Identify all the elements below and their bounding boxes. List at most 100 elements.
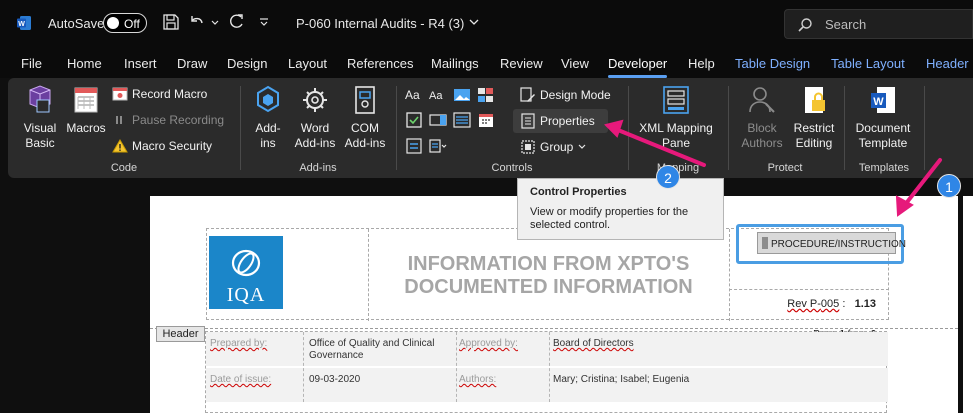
code-group-label: Code [110,162,138,174]
group-label: Group [540,140,574,154]
group-divider [240,86,241,170]
macros-button[interactable]: Macros [64,84,108,136]
header-tag[interactable]: Header [156,326,205,342]
authors-label: Authors: [459,374,497,385]
prepared-by-label: Prepared by: [210,338,268,349]
tab-review[interactable]: Review [500,56,543,71]
logo-text: IQA [226,284,266,306]
com-addins-button[interactable]: COM Add-ins [342,84,388,151]
search-box[interactable]: Search [784,9,973,39]
addins-button[interactable]: Add-ins [248,84,288,151]
tab-help[interactable]: Help [688,56,715,71]
adjacent-page [963,196,973,413]
approved-by-value: Board of Directors [553,338,634,349]
protect-group-label: Protect [767,162,803,174]
tab-home[interactable]: Home [67,56,102,71]
svg-text:Aa: Aa [429,90,443,102]
repeating-section-control-icon[interactable] [405,137,423,155]
block-authors-button[interactable]: Block Authors [738,84,786,151]
legacy-tools-icon[interactable] [429,137,447,155]
save-icon[interactable] [162,13,180,31]
tab-view[interactable]: View [561,56,589,71]
logo-emblem-icon [231,249,261,277]
xml-mapping-pane-button[interactable]: XML Mapping Pane [634,84,718,151]
dropdown-control-icon[interactable] [453,111,471,129]
document-template-button[interactable]: W Document Template [850,84,916,151]
tab-insert[interactable]: Insert [124,56,157,71]
content-control-handle[interactable] [762,237,768,249]
tab-header[interactable]: Header [926,56,969,71]
word-logo-icon: W [17,16,31,30]
picture-control-icon[interactable] [453,86,471,104]
com-addins-icon [355,86,375,114]
properties-button[interactable]: Properties [520,113,595,129]
tab-file[interactable]: File [21,56,42,71]
plain-text-control-icon[interactable]: Aa [429,86,447,104]
rich-text-control-icon[interactable]: Aa [405,86,423,104]
content-control-text: PROCEDURE/INSTRUCTION [771,239,907,250]
undo-dropdown-icon[interactable] [210,13,220,31]
record-macro-icon [112,87,128,101]
visual-basic-button[interactable]: Visual Basic [20,84,60,151]
tooltip-description: View or modify properties for the select… [530,206,689,231]
group-divider [628,86,629,170]
tab-table-design[interactable]: Table Design [735,56,810,71]
checkbox-control-icon[interactable] [405,111,423,129]
restrict-editing-icon [805,87,825,113]
building-block-control-icon[interactable] [477,86,495,104]
tooltip-title: Control Properties [530,186,627,198]
table-row: Prepared by: Office of Quality and Clini… [206,332,888,366]
tab-draw[interactable]: Draw [177,56,207,71]
revision-text: Rev P-005 : 1.13 [787,298,876,310]
autosave-label: AutoSave [48,16,105,31]
xml-mapping-icon [663,86,689,114]
tab-developer[interactable]: Developer [608,56,668,78]
tab-layout[interactable]: Layout [288,56,327,71]
document-title: P-060 Internal Audits - R4 (3) [296,16,465,31]
autosave-toggle[interactable]: Off [103,13,147,33]
tab-table-layout[interactable]: Table Layout [831,56,905,71]
group-button[interactable]: Group [520,139,587,155]
word-addins-button[interactable]: Word Add-ins [292,84,338,151]
annotation-badge-2: 2 [656,165,680,189]
block-authors-icon [749,87,775,113]
authors-value: Mary; Cristina; Isabel; Eugenia [553,374,690,385]
tab-mailings[interactable]: Mailings [431,56,479,71]
svg-text:Aa: Aa [405,88,420,102]
title-dropdown-icon[interactable] [468,15,480,29]
toggle-knob [107,17,119,29]
header-separator [150,328,958,329]
pause-recording-button[interactable]: Pause Recording [112,113,224,127]
table-row: Date of issue: 09-03-2020 Authors: Mary;… [206,368,888,402]
document-template-label: Document Template [855,121,911,150]
macro-security-button[interactable]: Macro Security [112,139,212,153]
xml-mapping-pane-label: XML Mapping Pane [639,121,713,150]
tab-references[interactable]: References [347,56,413,71]
macros-label: Macros [66,121,106,135]
search-icon [798,18,812,32]
date-of-issue-value: 09-03-2020 [309,374,361,385]
design-mode-button[interactable]: Design Mode [520,87,611,103]
restrict-editing-button[interactable]: Restrict Editing [790,84,838,151]
properties-label: Properties [540,114,595,128]
record-macro-button[interactable]: Record Macro [112,87,207,101]
group-icon [521,140,535,154]
svg-text:W: W [18,21,25,28]
customize-qat-icon[interactable] [258,13,270,31]
date-picker-control-icon[interactable] [477,111,495,129]
pause-icon [116,116,122,124]
visual-basic-label: Visual Basic [23,121,57,150]
content-control[interactable]: PROCEDURE/INSTRUCTION [757,232,906,254]
group-divider [728,86,729,170]
svg-text:W: W [873,96,884,108]
redo-icon[interactable] [228,13,246,31]
design-mode-label: Design Mode [540,88,611,102]
undo-icon[interactable] [188,13,206,31]
table-divider [549,332,550,402]
combobox-control-icon[interactable] [429,111,447,129]
table-divider [729,289,889,290]
info-table[interactable]: Prepared by: Office of Quality and Clini… [205,331,888,413]
tab-design[interactable]: Design [227,56,267,71]
prepared-by-value: Office of Quality and Clinical Governanc… [309,338,435,361]
control-properties-tooltip: Control Properties View or modify proper… [517,178,724,240]
